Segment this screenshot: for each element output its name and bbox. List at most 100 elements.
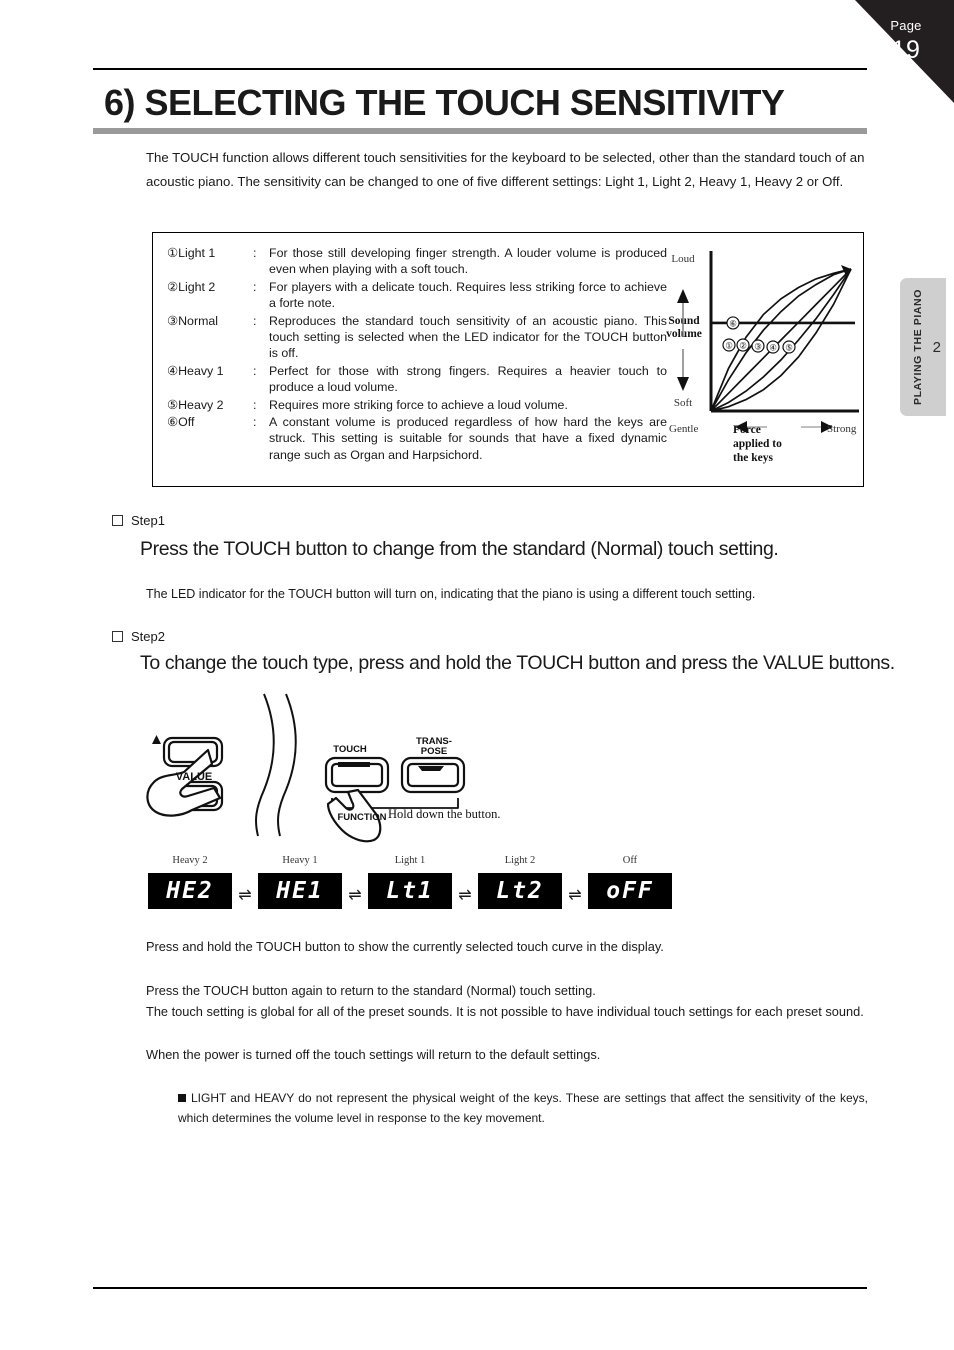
chart-x-high-label: Strong <box>827 423 857 435</box>
page-number: 19 <box>891 36 921 64</box>
led-display-text: oFF <box>606 878 654 904</box>
led-display-text: Lt2 <box>496 878 544 904</box>
list-item: ③Normal : Reproduces the standard touch … <box>167 313 667 362</box>
list-item: ⑥Off : A constant volume is produced reg… <box>167 414 667 463</box>
definition-colon: : <box>253 363 257 378</box>
led-display: Lt2 <box>478 873 562 909</box>
body-paragraph-1: Press and hold the TOUCH button to show … <box>146 939 664 954</box>
definition-number: ⑤ <box>167 397 179 412</box>
chart-x-low-label: Gentle <box>669 423 699 435</box>
body-paragraph-4: When the power is turned off the touch s… <box>146 1047 601 1062</box>
curve-marker-label-4: ④ <box>769 343 777 353</box>
led-caption: Off <box>622 855 638 866</box>
led-sequence-row: Heavy 2 HE2 ⇌ Heavy 1 HE1 ⇌ Light 1 Lt1 … <box>148 855 848 917</box>
value-label: VALUE <box>176 771 212 783</box>
definition-name: ⑤Heavy 2 <box>167 397 253 413</box>
touch-curve-chart: Loud Soft Sound volume ①②③④⑤⑥ Gentle For… <box>661 241 859 481</box>
led-display-text: Lt1 <box>386 878 434 904</box>
definition-description: For players with a delicate touch. Requi… <box>269 279 667 311</box>
exchange-arrow-icon: ⇌ <box>348 887 362 904</box>
led-item: Off oFF <box>588 855 672 909</box>
chart-plot-area: ① ② ③ ④ ⑤ ⑥ <box>677 251 859 433</box>
led-display: Lt1 <box>368 873 452 909</box>
definition-name: ②Light 2 <box>167 279 253 312</box>
definition-colon: : <box>253 415 257 430</box>
curve-marker-label-3: ③ <box>754 342 762 352</box>
led-item: Light 2 Lt2 <box>478 855 562 909</box>
curve-marker-label-6: ⑥ <box>729 318 737 328</box>
led-item: Heavy 1 HE1 <box>258 855 342 909</box>
intro-paragraph: The TOUCH function allows different touc… <box>146 150 865 189</box>
touch-definition-list: ①Light 1 : For those still developing fi… <box>167 245 667 464</box>
led-display-text: HE2 <box>166 878 214 904</box>
list-item: ⑤Heavy 2 : Requires more striking force … <box>167 397 667 413</box>
definition-description: Reproduces the standard touch sensitivit… <box>269 313 667 361</box>
definition-label: Light 2 <box>178 279 216 294</box>
transpose-label-line2: POSE <box>421 746 447 757</box>
definition-name: ①Light 1 <box>167 245 253 278</box>
definition-name: ⑥Off <box>167 414 253 463</box>
definition-colon: : <box>253 279 257 294</box>
list-item: ④Heavy 1 : Perfect for those with strong… <box>167 363 667 396</box>
panel-illustration: VALUE TOUCH TRANS- POSE FUNCTION Hold do… <box>140 688 640 843</box>
value-up-arrow-icon <box>152 735 161 744</box>
definition-number: ③ <box>167 313 179 328</box>
led-display: oFF <box>588 873 672 909</box>
definition-colon: : <box>253 397 257 412</box>
transpose-led-icon <box>418 766 444 771</box>
chart-x-axis-title-line2: applied to <box>733 438 782 450</box>
exchange-arrow-icon: ⇌ <box>568 887 582 904</box>
chart-x-axis-title: Force applied to the keys <box>733 423 795 465</box>
led-caption: Heavy 1 <box>282 855 318 866</box>
definition-description: A constant volume is produced regardless… <box>269 415 667 462</box>
exchange-arrow-icon: ⇌ <box>458 887 472 904</box>
definition-number: ④ <box>167 363 179 378</box>
step1-label: Step1 <box>131 513 165 528</box>
header-rule <box>93 68 867 70</box>
touch-settings-box: ①Light 1 : For those still developing fi… <box>152 232 864 487</box>
definition-label: Off <box>178 415 195 430</box>
note-block: LIGHT and HEAVY do not represent the phy… <box>178 1088 868 1128</box>
title-underline <box>93 128 867 134</box>
step1-subtext: The LED indicator for the TOUCH button w… <box>146 587 756 601</box>
page-label: Page <box>890 18 922 33</box>
led-display: HE1 <box>258 873 342 909</box>
definition-name: ③Normal <box>167 313 253 362</box>
definition-number: ⑥ <box>167 415 179 430</box>
chart-x-axis-title-line1: Force <box>733 424 761 436</box>
body-paragraph-3: The touch setting is global for all of t… <box>146 1004 864 1019</box>
definition-label: Light 1 <box>178 246 216 260</box>
exchange-arrow-icon: ⇌ <box>238 887 252 904</box>
checkbox-icon <box>112 515 123 526</box>
step2-heading: To change the touch type, press and hold… <box>140 652 895 674</box>
function-label: FUNCTION <box>337 812 386 823</box>
led-caption: Heavy 2 <box>172 855 208 866</box>
definition-label: Normal <box>178 313 219 328</box>
body-paragraph-2: Press the TOUCH button again to return t… <box>146 983 596 998</box>
definition-label: Heavy 1 <box>178 363 224 378</box>
curve-marker-label-5: ⑤ <box>785 343 793 353</box>
touch-button-inner <box>330 762 384 788</box>
section-tab-number: 2 <box>932 339 941 356</box>
step2-label: Step2 <box>131 629 165 644</box>
list-item: ①Light 1 : For those still developing fi… <box>167 245 667 278</box>
step1-label-row: Step1 <box>112 513 165 528</box>
hold-caption: Hold down the button. <box>388 807 501 821</box>
led-caption: Light 2 <box>504 855 536 866</box>
definition-name: ④Heavy 1 <box>167 363 253 396</box>
definition-label: Heavy 2 <box>178 397 224 412</box>
page-title: 6) SELECTING THE TOUCH SENSITIVITY <box>104 82 785 123</box>
footer-rule <box>93 1287 867 1289</box>
led-display-text: HE1 <box>276 878 324 904</box>
section-tab-label: PLAYING THE PIANO <box>911 289 924 405</box>
definition-description: For those still developing finger streng… <box>269 246 667 277</box>
led-caption: Light 1 <box>394 855 426 866</box>
curve-marker-label-2: ② <box>739 341 747 351</box>
definition-colon: : <box>253 246 257 260</box>
led-item: Heavy 2 HE2 <box>148 855 232 909</box>
curve-marker-label-1: ① <box>725 341 733 351</box>
definition-description: Perfect for those with strong fingers. R… <box>269 363 667 395</box>
touch-label: TOUCH <box>333 744 367 755</box>
definition-colon: : <box>253 313 257 328</box>
led-display: HE2 <box>148 873 232 909</box>
